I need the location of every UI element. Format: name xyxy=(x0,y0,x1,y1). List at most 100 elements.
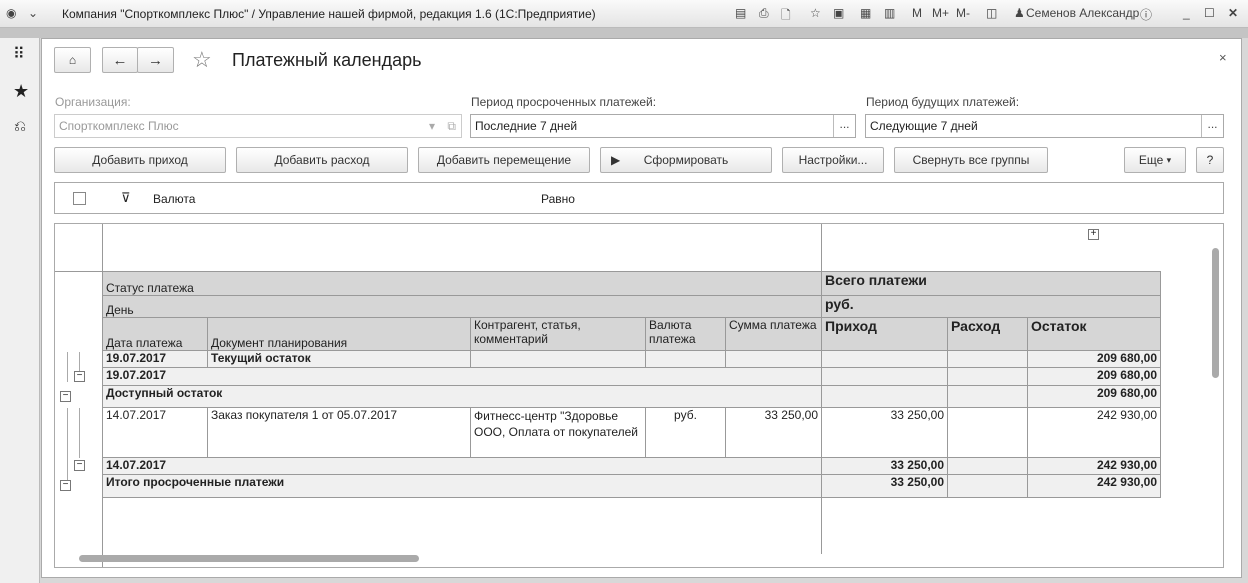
select-button[interactable]: ... xyxy=(833,115,855,137)
cell-document[interactable]: Заказ покупателя 1 от 05.07.2017 xyxy=(207,407,471,458)
minimize-button[interactable]: _ xyxy=(1183,6,1190,20)
select-button[interactable]: ... xyxy=(1201,115,1223,137)
settings-button[interactable]: Настройки... xyxy=(782,147,884,173)
more-button[interactable]: Еще ▾ xyxy=(1124,147,1186,173)
filter-icon: ⊽ xyxy=(121,190,131,205)
open-icon[interactable]: ⧉ xyxy=(447,119,456,134)
scroll-thumb[interactable] xyxy=(1212,248,1219,378)
preview-icon[interactable]: 🗋 xyxy=(781,6,791,27)
overdue-period-field[interactable]: Последние 7 дней... xyxy=(470,114,856,138)
add-income-button[interactable]: Добавить приход xyxy=(54,147,226,173)
tree-line xyxy=(79,408,80,458)
add-expense-button[interactable]: Добавить расход xyxy=(236,147,408,173)
table-row: 19.07.2017 209 680,00 xyxy=(102,367,1161,386)
header-document: Документ планирования xyxy=(207,317,471,351)
filter-checkbox[interactable] xyxy=(73,192,86,205)
cell-group-label: Итого просроченные платежи xyxy=(102,474,822,498)
future-period-value: Следующие 7 дней xyxy=(870,119,978,133)
cell-balance: 242 930,00 xyxy=(1027,474,1161,498)
close-form-button[interactable]: × xyxy=(1219,50,1227,65)
print-icon[interactable]: ⎙ xyxy=(759,6,769,21)
home-icon: ⌂ xyxy=(68,53,77,67)
calculator-icon[interactable]: ▦ xyxy=(860,6,871,20)
scroll-thumb[interactable] xyxy=(79,555,419,562)
chevron-down-icon: ▾ xyxy=(1166,154,1172,165)
memory-button[interactable]: M xyxy=(912,6,922,20)
page-title: Платежный календарь xyxy=(232,50,422,70)
cell-date: 14.07.2017 xyxy=(102,407,208,458)
menu-dropdown-icon[interactable]: ⌄ xyxy=(28,6,38,20)
org-field[interactable]: Спорткомплекс Плюс ▾ ⧉ xyxy=(54,114,462,138)
memory-minus-button[interactable]: M- xyxy=(956,6,970,20)
user-icon: ♟ xyxy=(1014,6,1025,20)
header-day: День xyxy=(102,295,822,318)
cell-income: 33 250,00 xyxy=(821,407,948,458)
expand-icon[interactable]: + xyxy=(1088,229,1099,240)
panels-icon[interactable]: ◫ xyxy=(986,6,997,20)
horizontal-scrollbar[interactable] xyxy=(63,553,1213,563)
cell-counterparty: Фитнесс-центр "Здоровье ООО, Оплата от п… xyxy=(470,407,646,458)
cell-day: 14.07.2017 xyxy=(102,457,822,475)
header-balance: Остаток xyxy=(1027,317,1161,351)
filter-condition[interactable]: Равно xyxy=(541,192,575,206)
info-icon[interactable]: ⓘ xyxy=(1140,6,1152,23)
arrow-right-icon: → xyxy=(148,51,163,69)
tabs-band xyxy=(0,28,1248,38)
sections-menu-icon[interactable]: ⠿ xyxy=(13,44,25,64)
cell-document: Текущий остаток xyxy=(207,350,471,368)
save-icon[interactable]: ▤ xyxy=(735,6,746,20)
collapse-icon[interactable]: − xyxy=(74,460,85,471)
back-button[interactable]: ← xyxy=(102,47,138,73)
header-total: Всего платежи xyxy=(821,271,1161,296)
collapse-groups-button[interactable]: Свернуть все группы xyxy=(894,147,1048,173)
header-payment-currency: Валюта платежа xyxy=(645,317,726,351)
memory-plus-button[interactable]: M+ xyxy=(932,6,949,20)
user-name[interactable]: Семенов Александр xyxy=(1026,6,1139,20)
title-bar: ◉ ⌄ Компания "Спорткомплекс Плюс" / Упра… xyxy=(0,0,1248,28)
table-row: Доступный остаток 209 680,00 xyxy=(102,385,1161,408)
close-window-button[interactable]: ✕ xyxy=(1228,6,1238,20)
help-button[interactable]: ? xyxy=(1196,147,1224,173)
table-row: 14.07.2017 Заказ покупателя 1 от 05.07.2… xyxy=(102,407,1161,458)
favorite-star-icon[interactable]: ☆ xyxy=(192,47,212,73)
cell-group-label: Доступный остаток xyxy=(102,385,822,408)
collapse-icon[interactable]: − xyxy=(74,371,85,382)
arrow-left-icon: ← xyxy=(112,51,128,69)
future-period-label: Период будущих платежей: xyxy=(866,95,1020,109)
collapse-icon[interactable]: − xyxy=(60,391,71,402)
favorites-icon[interactable]: ☆ xyxy=(810,6,821,20)
future-period-field[interactable]: Следующие 7 дней... xyxy=(865,114,1224,138)
generate-label: Сформировать xyxy=(643,153,729,167)
cell-income: 33 250,00 xyxy=(821,474,948,498)
header-counterparty: Контрагент, статья, комментарий xyxy=(470,317,646,351)
collapse-icon[interactable]: − xyxy=(60,480,71,491)
add-transfer-button[interactable]: Добавить перемещение xyxy=(418,147,590,173)
header-currency: руб. xyxy=(821,295,1161,318)
cell-date: 19.07.2017 xyxy=(102,350,208,368)
home-button[interactable]: ⌂ xyxy=(54,47,91,73)
table-row: Итого просроченные платежи 33 250,00 242 9… xyxy=(102,474,1161,498)
overdue-period-value: Последние 7 дней xyxy=(475,119,578,133)
tree-line xyxy=(67,408,68,480)
calendar-icon[interactable]: ▥ xyxy=(884,6,895,20)
header-date: Дата платежа xyxy=(102,317,208,351)
app-logo-icon[interactable]: ◉ xyxy=(6,6,16,20)
vertical-scrollbar[interactable] xyxy=(1209,244,1221,549)
favorites-star-icon[interactable]: ★ xyxy=(13,81,29,102)
cell-balance: 242 930,00 xyxy=(1027,407,1161,458)
cell-day: 19.07.2017 xyxy=(102,367,822,386)
bookmark-icon[interactable]: ▣ xyxy=(833,6,844,20)
dropdown-icon[interactable]: ▾ xyxy=(429,119,435,133)
forward-button[interactable]: → xyxy=(137,47,174,73)
cell-income: 33 250,00 xyxy=(821,457,948,475)
cell-balance: 209 680,00 xyxy=(1027,385,1161,408)
table-row: 14.07.2017 33 250,00 242 930,00 xyxy=(102,457,1161,475)
history-icon[interactable]: ⎌ xyxy=(14,118,26,135)
org-value: Спорткомплекс Плюс xyxy=(59,119,179,133)
maximize-button[interactable]: ☐ xyxy=(1204,6,1215,20)
filter-field[interactable]: Валюта xyxy=(153,192,195,206)
report-spreadsheet[interactable]: + − − − − Статус платежа Всего платежи Де… xyxy=(54,223,1224,568)
generate-button[interactable]: ▶ Сформировать xyxy=(600,147,772,173)
cell-sum: 33 250,00 xyxy=(725,407,822,458)
settings-filter-row: ⊽ Валюта Равно xyxy=(54,182,1224,214)
